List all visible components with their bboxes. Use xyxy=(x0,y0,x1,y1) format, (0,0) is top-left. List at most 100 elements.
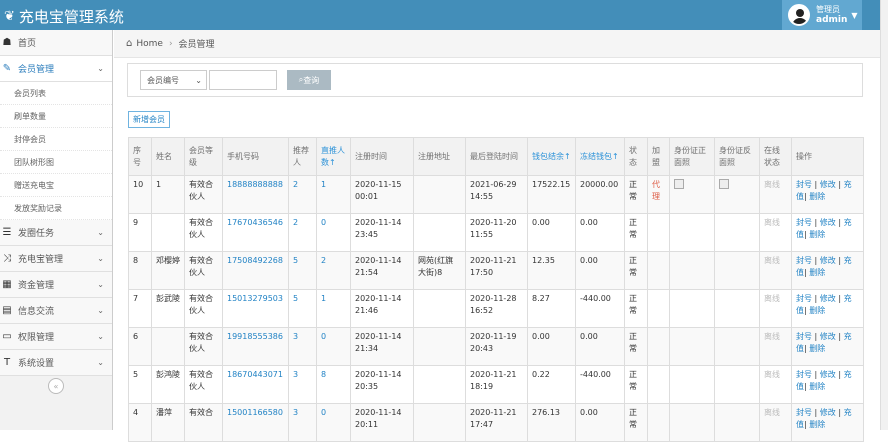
phone-link[interactable]: 17508492268 xyxy=(227,256,283,265)
sidebar-item-funds[interactable]: ▦ 资金管理 ⌄ xyxy=(0,272,112,298)
phone-link[interactable]: 15001166580 xyxy=(227,408,283,417)
sort-header-direct[interactable]: 直推人数↑ xyxy=(316,137,351,176)
sidebar-item-settings[interactable]: T 系统设置 ⌄ xyxy=(0,350,112,376)
sidebar-item-members[interactable]: ✎ 会员管理 ⌄ xyxy=(0,56,112,82)
direct-count-link[interactable]: 0 xyxy=(321,332,326,341)
edit-link[interactable]: 修改 xyxy=(820,370,836,379)
delete-link[interactable]: 删除 xyxy=(809,192,825,201)
user-menu[interactable]: 管理员 admin ▼ xyxy=(782,0,862,30)
submenu-item-order-count[interactable]: 刷单数量 xyxy=(0,105,112,128)
table-cell: 2020-11-14 20:11 xyxy=(350,403,414,442)
cell-wallet: 12.35 xyxy=(532,256,555,265)
delete-link[interactable]: 删除 xyxy=(809,230,825,239)
add-member-button[interactable]: 新增会员 xyxy=(128,111,170,128)
table-cell: 15001166580 xyxy=(222,403,289,442)
ban-link[interactable]: 封号 xyxy=(796,332,812,341)
table-cell: 代理 xyxy=(647,175,670,214)
table-cell: 有效合伙人 xyxy=(184,251,223,290)
submenu-item-rewards[interactable]: 发放奖励记录 xyxy=(0,197,112,220)
referrer-link[interactable]: 3 xyxy=(293,408,298,417)
broken-image-icon[interactable] xyxy=(674,179,684,189)
app-brand[interactable]: ❦ 充电宝管理系统 xyxy=(4,6,124,27)
phone-link[interactable]: 17670436546 xyxy=(227,218,283,227)
breadcrumb-home[interactable]: Home xyxy=(136,39,163,49)
delete-link[interactable]: 删除 xyxy=(809,382,825,391)
direct-count-link[interactable]: 0 xyxy=(321,218,326,227)
submenu-item-banned[interactable]: 封停会员 xyxy=(0,128,112,151)
table-cell xyxy=(413,365,466,404)
sidebar-item-tasks[interactable]: ☰ 发圈任务 ⌄ xyxy=(0,220,112,246)
table-cell: 0 xyxy=(316,327,351,366)
chevron-down-icon: ⌄ xyxy=(97,228,104,237)
referrer-link[interactable]: 2 xyxy=(293,180,298,189)
referrer-link[interactable]: 3 xyxy=(293,370,298,379)
direct-count-link[interactable]: 1 xyxy=(321,294,326,303)
broken-image-icon[interactable] xyxy=(719,179,729,189)
table-cell: 离线 xyxy=(759,175,792,214)
edit-link[interactable]: 修改 xyxy=(820,332,836,341)
cell-reg-time: 2020-11-14 20:35 xyxy=(355,370,402,391)
referrer-link[interactable]: 5 xyxy=(293,256,298,265)
cell-last-login: 2020-11-20 11:55 xyxy=(470,218,517,239)
table-cell: 正常 xyxy=(624,251,648,290)
sort-header-wallet[interactable]: 钱包结余↑ xyxy=(527,137,576,176)
sidebar-item-powerbank[interactable]: ⤨ 充电宝管理 ⌄ xyxy=(0,246,112,272)
table-cell xyxy=(714,289,760,328)
delete-link[interactable]: 删除 xyxy=(809,268,825,277)
cell-frozen: 0.00 xyxy=(580,218,598,227)
table-cell xyxy=(413,213,466,252)
phone-link[interactable]: 19918555386 xyxy=(227,332,283,341)
phone-link[interactable]: 15013279503 xyxy=(227,294,283,303)
ban-link[interactable]: 封号 xyxy=(796,256,812,265)
phone-link[interactable]: 18888888888 xyxy=(227,180,283,189)
edit-link[interactable]: 修改 xyxy=(820,294,836,303)
table-cell: 0.00 xyxy=(527,327,576,366)
direct-count-link[interactable]: 1 xyxy=(321,180,326,189)
double-chevron-left-icon[interactable]: « xyxy=(48,378,64,394)
sidebar-item-permissions[interactable]: ▭ 权限管理 ⌄ xyxy=(0,324,112,350)
page-scrollbar[interactable] xyxy=(880,0,888,430)
sort-header-frozen[interactable]: 冻结钱包↑ xyxy=(575,137,625,176)
ban-link[interactable]: 封号 xyxy=(796,408,812,417)
col-header: 推荐人 xyxy=(288,137,317,176)
search-input[interactable] xyxy=(209,70,277,90)
ban-link[interactable]: 封号 xyxy=(796,294,812,303)
edit-link[interactable]: 修改 xyxy=(820,256,836,265)
direct-count-link[interactable]: 0 xyxy=(321,408,326,417)
table-cell: 有效合伙人 xyxy=(184,327,223,366)
ban-link[interactable]: 封号 xyxy=(796,370,812,379)
table-cell xyxy=(669,213,715,252)
submenu-item-member-list[interactable]: 会员列表 xyxy=(0,82,112,105)
inbox-icon: ▤ xyxy=(2,305,12,316)
delete-link[interactable]: 删除 xyxy=(809,420,825,429)
app-title: 充电宝管理系统 xyxy=(18,8,124,26)
ban-link[interactable]: 封号 xyxy=(796,180,812,189)
referrer-link[interactable]: 3 xyxy=(293,332,298,341)
search-panel: 会员编号 ⌄ ⌕ 查询 xyxy=(127,63,863,97)
search-field-select[interactable]: 会员编号 ⌄ xyxy=(140,70,207,90)
edit-link[interactable]: 修改 xyxy=(820,408,836,417)
delete-link[interactable]: 删除 xyxy=(809,344,825,353)
delete-link[interactable]: 删除 xyxy=(809,306,825,315)
cell-wallet: 0.22 xyxy=(532,370,550,379)
sidebar-item-home[interactable]: ☗ 首页 xyxy=(0,30,112,56)
edit-link[interactable]: 修改 xyxy=(820,180,836,189)
ban-link[interactable]: 封号 xyxy=(796,218,812,227)
table-cell: 2020-11-20 11:55 xyxy=(465,213,528,252)
direct-count-link[interactable]: 8 xyxy=(321,370,326,379)
submenu-item-team-tree[interactable]: 团队树形图 xyxy=(0,151,112,174)
referrer-link[interactable]: 2 xyxy=(293,218,298,227)
submenu-item-gift[interactable]: 赠送充电宝 xyxy=(0,174,112,197)
referrer-link[interactable]: 5 xyxy=(293,294,298,303)
sidebar-item-messages[interactable]: ▤ 信息交流 ⌄ xyxy=(0,298,112,324)
table-cell: 封号 | 修改 | 充值| 删除 xyxy=(791,175,864,214)
direct-count-link[interactable]: 2 xyxy=(321,256,326,265)
cell-online: 离线 xyxy=(764,332,780,341)
cell-level: 有效合 xyxy=(189,408,213,417)
cell-online: 离线 xyxy=(764,218,780,227)
table-cell: 2020-11-14 21:34 xyxy=(350,327,414,366)
edit-link[interactable]: 修改 xyxy=(820,218,836,227)
col-header: 注册时间 xyxy=(350,137,414,176)
query-button[interactable]: ⌕ 查询 xyxy=(287,70,331,90)
phone-link[interactable]: 18670443071 xyxy=(227,370,283,379)
